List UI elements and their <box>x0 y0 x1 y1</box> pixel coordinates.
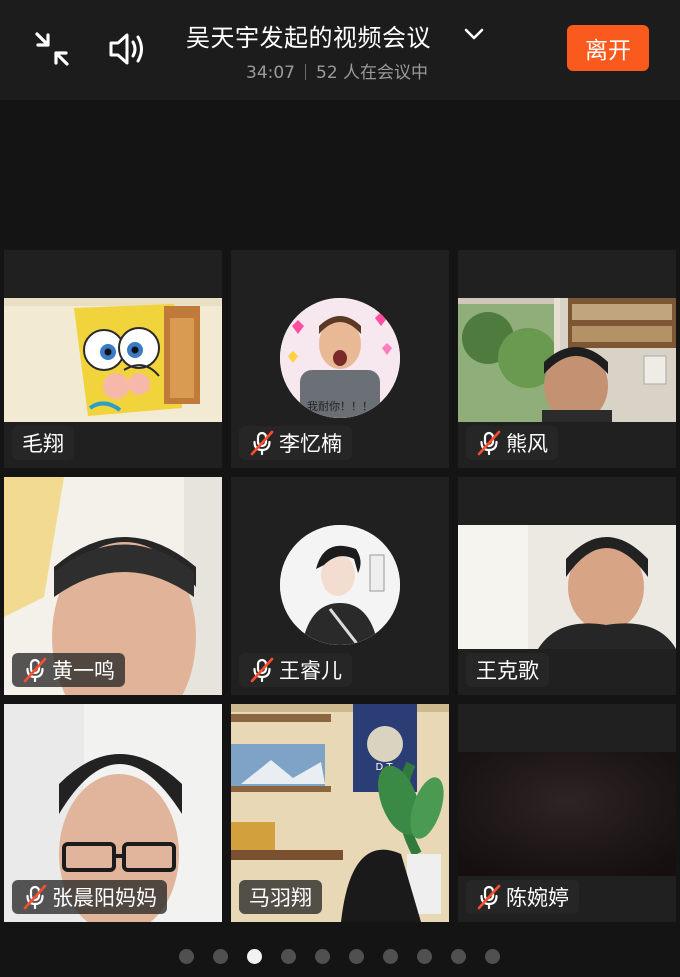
video-tile[interactable]: 张晨阳妈妈 <box>4 704 222 922</box>
participant-name-tag: 王克歌 <box>466 653 549 687</box>
page-dot-active[interactable] <box>247 949 262 964</box>
speaker-icon[interactable] <box>103 24 153 74</box>
video-tile[interactable]: D.T. 马羽翔 <box>231 704 449 922</box>
elapsed-time: 34:07 <box>246 63 295 83</box>
page-dot[interactable] <box>281 949 296 964</box>
participant-name-tag: 王睿儿 <box>239 653 352 687</box>
mic-muted-icon <box>23 884 47 910</box>
page-dot[interactable] <box>179 949 194 964</box>
avatar-caption: 我耐你！！！ <box>307 400 373 413</box>
page-dot[interactable] <box>417 949 432 964</box>
participant-video <box>458 525 676 649</box>
page-dot[interactable] <box>485 949 500 964</box>
video-tile[interactable]: 黄一鸣 <box>4 477 222 695</box>
participant-name-tag: 黄一鸣 <box>12 653 125 687</box>
participant-name: 黄一鸣 <box>52 659 115 683</box>
mic-muted-icon <box>477 430 501 456</box>
participant-name: 张晨阳妈妈 <box>52 886 157 910</box>
mic-muted-icon <box>23 657 47 683</box>
avatar-photo: 我耐你！！！ <box>280 298 400 418</box>
video-tile[interactable]: 毛翔 <box>4 250 222 468</box>
mic-muted-icon <box>477 884 501 910</box>
divider <box>305 64 306 80</box>
video-tile[interactable]: 陈婉婷 <box>458 704 676 922</box>
page-indicator <box>0 947 680 967</box>
participant-name: 王克歌 <box>476 659 539 683</box>
page-dot[interactable] <box>451 949 466 964</box>
video-tile[interactable]: 我耐你！！！ 李忆楠 <box>231 250 449 468</box>
leave-button[interactable]: 离开 <box>567 25 649 71</box>
mic-muted-icon <box>250 430 274 456</box>
meeting-status: 34:07 52 人在会议中 <box>246 58 428 83</box>
participant-name: 陈婉婷 <box>506 886 569 910</box>
participant-count: 52 人在会议中 <box>316 63 429 83</box>
minimize-icon[interactable] <box>27 24 77 74</box>
participant-name: 李忆楠 <box>279 432 342 456</box>
page-dot[interactable] <box>213 949 228 964</box>
video-tile[interactable]: 王克歌 <box>458 477 676 695</box>
participant-name-tag: 张晨阳妈妈 <box>12 880 167 914</box>
participant-name-tag: 熊风 <box>466 426 558 460</box>
participant-name: 毛翔 <box>22 432 64 456</box>
page-dot[interactable] <box>315 949 330 964</box>
video-tile[interactable]: 王睿儿 <box>231 477 449 695</box>
avatar-photo <box>280 525 400 645</box>
participant-video <box>458 752 676 876</box>
participant-video <box>4 298 222 422</box>
participant-video <box>458 298 676 422</box>
page-dot[interactable] <box>349 949 364 964</box>
meeting-title[interactable]: 吴天宇发起的视频会议 <box>186 18 431 53</box>
chevron-down-icon[interactable] <box>462 24 486 44</box>
participant-name-tag: 陈婉婷 <box>466 880 579 914</box>
top-bar: 吴天宇发起的视频会议 34:07 52 人在会议中 离开 <box>0 0 680 100</box>
page-dot[interactable] <box>383 949 398 964</box>
avatar: 我耐你！！！ <box>280 298 400 418</box>
participant-name-tag: 李忆楠 <box>239 426 352 460</box>
participant-name-tag: 马羽翔 <box>239 880 322 914</box>
participant-name: 王睿儿 <box>279 659 342 683</box>
video-tile[interactable]: 熊风 <box>458 250 676 468</box>
participant-name: 熊风 <box>506 432 548 456</box>
participant-name: 马羽翔 <box>249 886 312 910</box>
avatar <box>280 525 400 645</box>
mic-muted-icon <box>250 657 274 683</box>
participant-name-tag: 毛翔 <box>12 426 74 460</box>
